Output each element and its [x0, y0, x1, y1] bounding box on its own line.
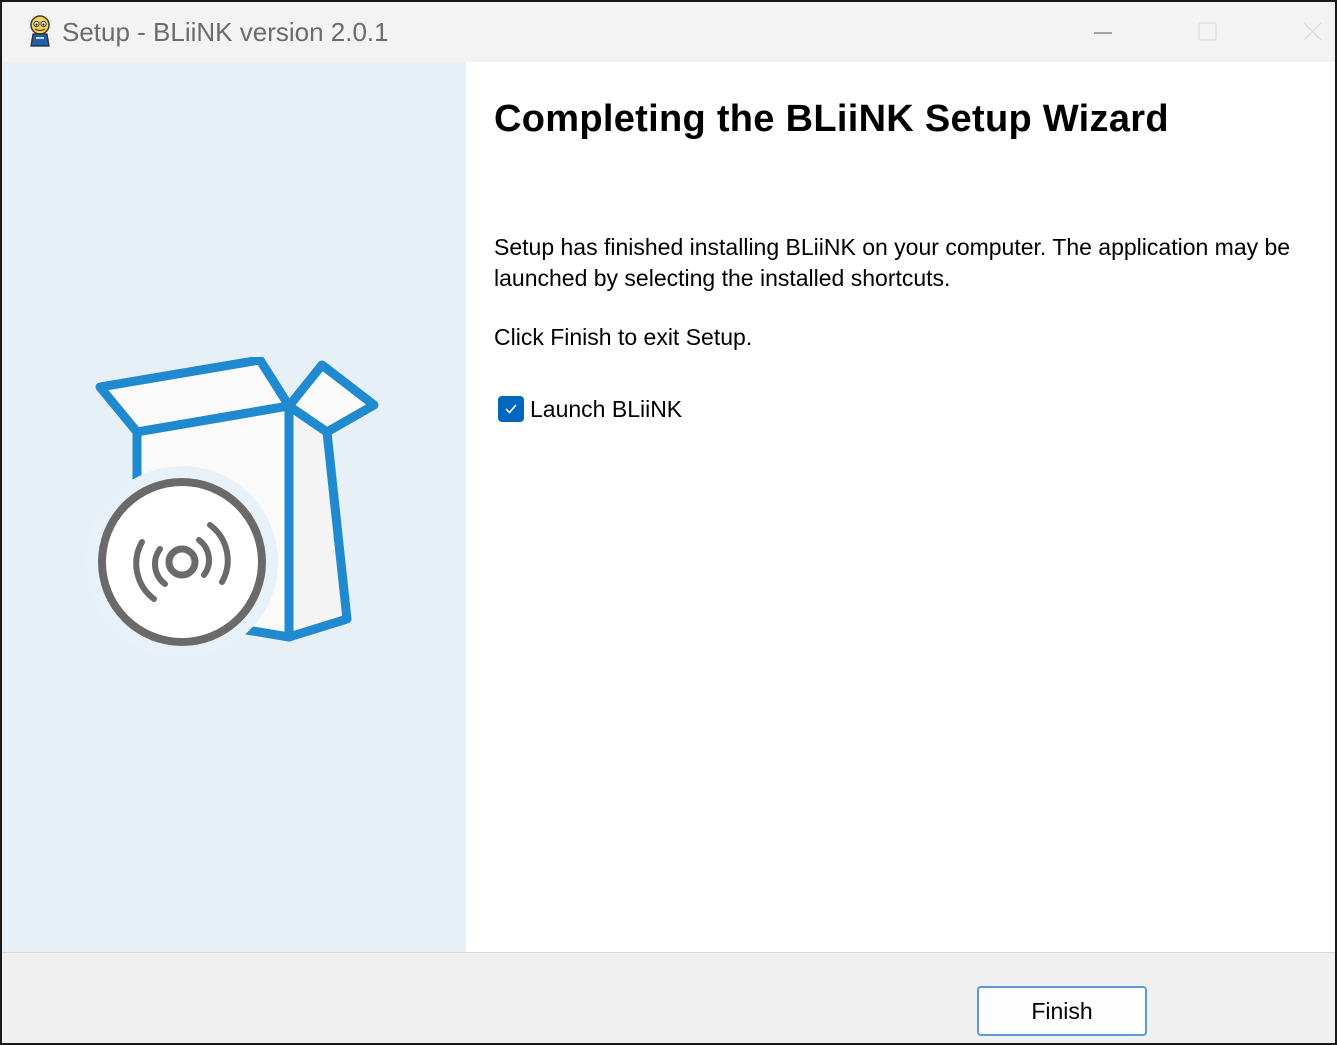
launch-bliink-label[interactable]: Launch BLiiNK	[530, 396, 682, 423]
minimize-button[interactable]	[1052, 2, 1152, 62]
bliink-mascot-icon	[30, 15, 50, 47]
checkmark-icon	[505, 404, 517, 414]
window-title: Setup - BLiiNK version 2.0.1	[62, 17, 389, 47]
close-button[interactable]	[1262, 2, 1335, 62]
close-icon	[1303, 22, 1322, 41]
wizard-content: Completing the BLiiNK Setup Wizard Setup…	[466, 62, 1335, 952]
exit-instruction: Click Finish to exit Setup.	[494, 324, 753, 350]
page-title: Completing the BLiiNK Setup Wizard	[494, 98, 1169, 140]
wizard-sidebar	[2, 62, 466, 952]
finish-button[interactable]: Finish	[977, 986, 1147, 1036]
finished-message: Setup has finished installing BLiiNK on …	[494, 234, 1291, 291]
launch-bliink-checkbox[interactable]	[498, 396, 524, 422]
minimize-icon	[1094, 32, 1112, 34]
software-box-disc-illustration	[86, 357, 379, 657]
title-bar[interactable]: Setup - BLiiNK version 2.0.1	[2, 2, 1335, 62]
setup-window: Setup - BLiiNK version 2.0.1 Completing …	[0, 0, 1337, 1045]
maximize-button[interactable]	[1157, 2, 1257, 62]
maximize-icon	[1198, 22, 1217, 41]
wizard-footer: Finish	[2, 952, 1335, 1043]
launch-bliink-checkbox-row[interactable]: Launch BLiiNK	[498, 394, 682, 424]
